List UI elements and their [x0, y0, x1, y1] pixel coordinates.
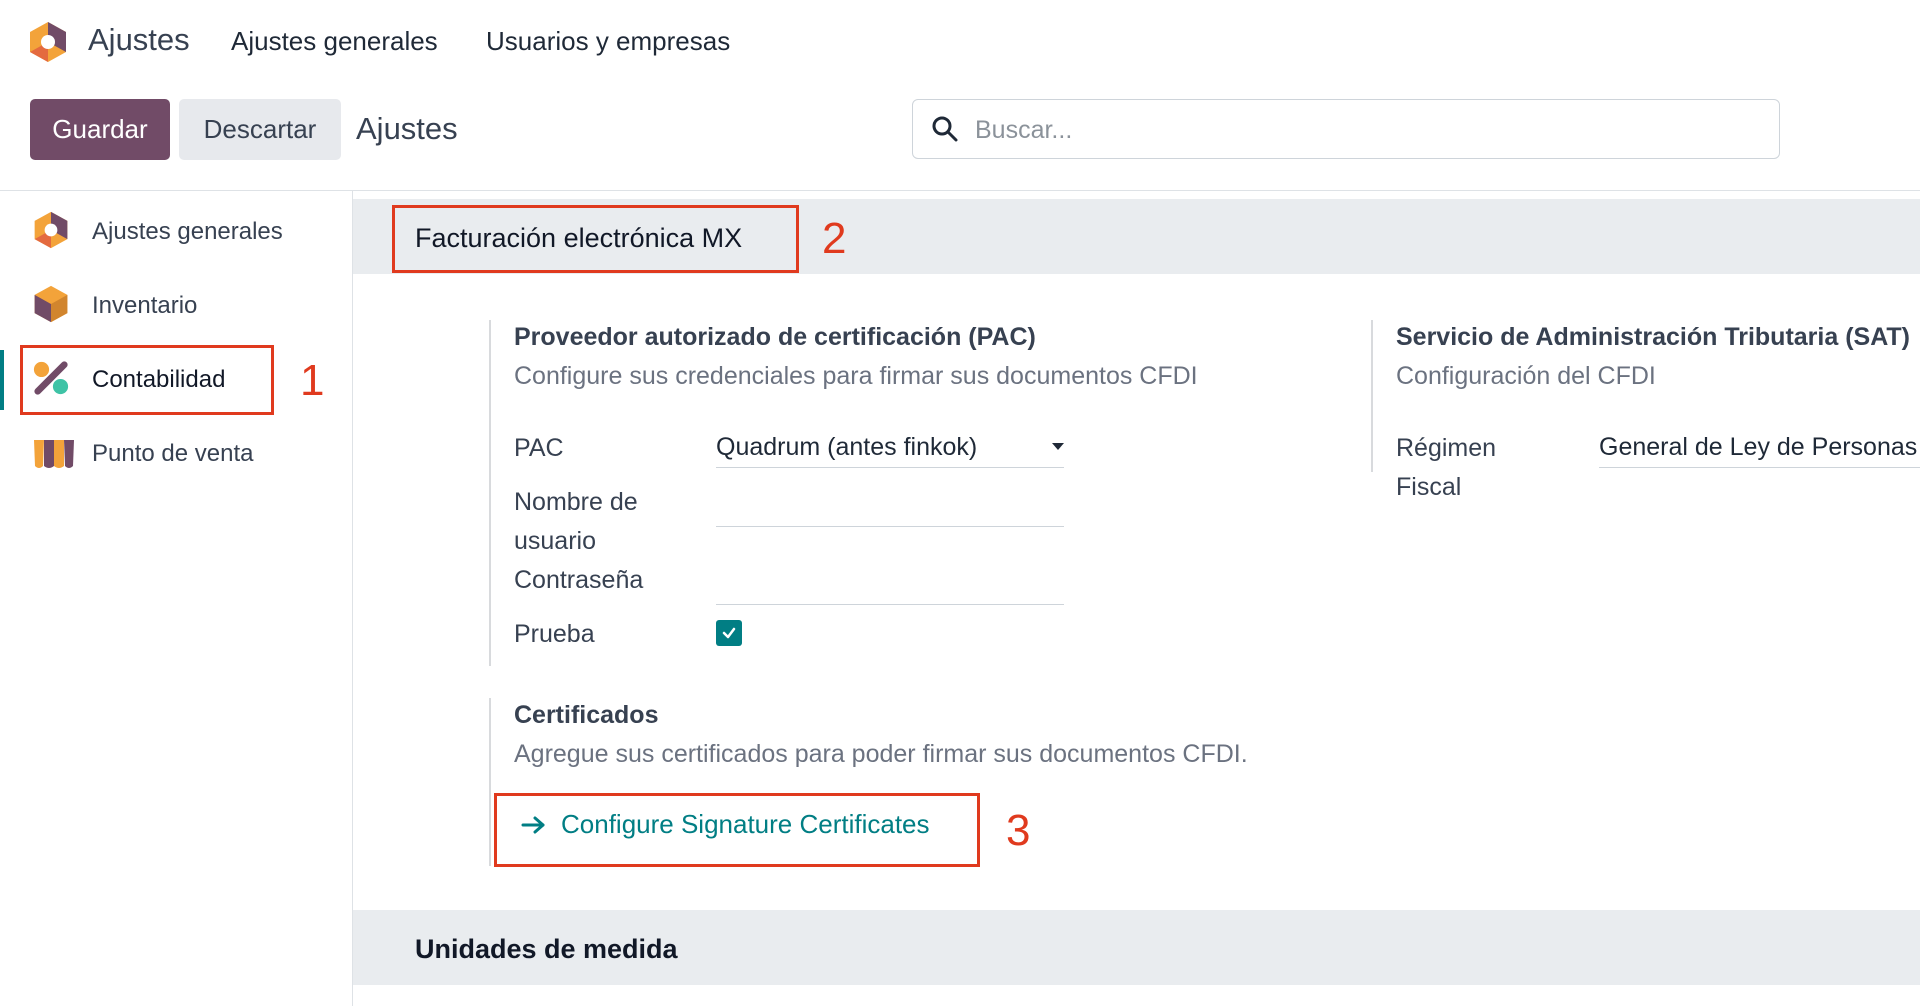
- password-label: Contraseña: [514, 566, 644, 594]
- settings-app-icon: [32, 210, 70, 250]
- annotation-number-3: 3: [1006, 806, 1031, 855]
- annotation-number-1: 1: [300, 356, 325, 405]
- regime-label-line1: Régimen: [1396, 434, 1497, 462]
- caret-down-icon: [1052, 443, 1064, 450]
- regime-label-line2: Fiscal: [1396, 473, 1462, 501]
- save-button[interactable]: Guardar: [30, 99, 170, 160]
- field-underline: [716, 467, 1064, 468]
- pac-selected-value: Quadrum (antes finkok): [716, 433, 978, 461]
- test-label: Prueba: [514, 620, 595, 648]
- field-underline: [1599, 467, 1920, 468]
- fiscal-regime-value: General de Ley de Personas Morales: [1599, 433, 1920, 461]
- username-field[interactable]: [716, 478, 1064, 527]
- pac-description: Configure sus credenciales para firmar s…: [514, 362, 1198, 390]
- setting-block-border: [489, 320, 491, 666]
- discard-button[interactable]: Descartar: [179, 99, 341, 160]
- sidebar-item-general-settings[interactable]: Ajustes generales: [0, 194, 352, 268]
- certificates-description: Agregue sus certificados para poder firm…: [514, 740, 1248, 768]
- sat-title: Servicio de Administración Tributaria (S…: [1396, 323, 1910, 351]
- section-header-units: Unidades de medida: [353, 910, 1920, 985]
- sidebar-item-label: Punto de venta: [92, 440, 254, 467]
- section-title: Unidades de medida: [415, 934, 678, 964]
- app-title: Ajustes: [88, 22, 190, 57]
- search-input[interactable]: [973, 108, 1757, 152]
- annotation-box-1: [20, 345, 274, 415]
- breadcrumb: Ajustes: [356, 111, 458, 146]
- pos-app-icon: [32, 432, 76, 472]
- annotation-number-2: 2: [822, 214, 847, 263]
- checkmark-icon: [722, 627, 736, 639]
- sidebar-item-label: Inventario: [92, 292, 198, 319]
- setting-block-border: [489, 698, 491, 866]
- pac-select[interactable]: Quadrum (antes finkok): [716, 426, 1064, 468]
- certificates-title: Certificados: [514, 701, 659, 729]
- search-box[interactable]: [912, 99, 1780, 159]
- sidebar-item-point-of-sale[interactable]: Punto de venta: [0, 416, 352, 490]
- username-label-line1: Nombre de: [514, 488, 638, 516]
- username-label-line2: usuario: [514, 527, 596, 555]
- fiscal-regime-select[interactable]: General de Ley de Personas Morales: [1599, 426, 1920, 468]
- sidebar-item-inventory[interactable]: Inventario: [0, 268, 352, 342]
- setting-block-border: [1371, 320, 1373, 472]
- menu-general-settings[interactable]: Ajustes generales: [231, 26, 438, 57]
- menu-users-companies[interactable]: Usuarios y empresas: [486, 26, 730, 57]
- odoo-logo-icon[interactable]: [28, 20, 68, 64]
- test-checkbox[interactable]: [716, 620, 742, 646]
- inventory-app-icon: [32, 284, 70, 324]
- sidebar-item-label: Ajustes generales: [92, 218, 283, 245]
- annotation-box-2: [392, 205, 799, 273]
- pac-title: Proveedor autorizado de certificación (P…: [514, 323, 1036, 351]
- active-indicator: [0, 350, 4, 410]
- password-field[interactable]: [716, 556, 1064, 605]
- sat-description: Configuración del CFDI: [1396, 362, 1656, 390]
- pac-label: PAC: [514, 434, 564, 462]
- search-icon: [932, 116, 958, 142]
- annotation-box-3: [494, 793, 980, 867]
